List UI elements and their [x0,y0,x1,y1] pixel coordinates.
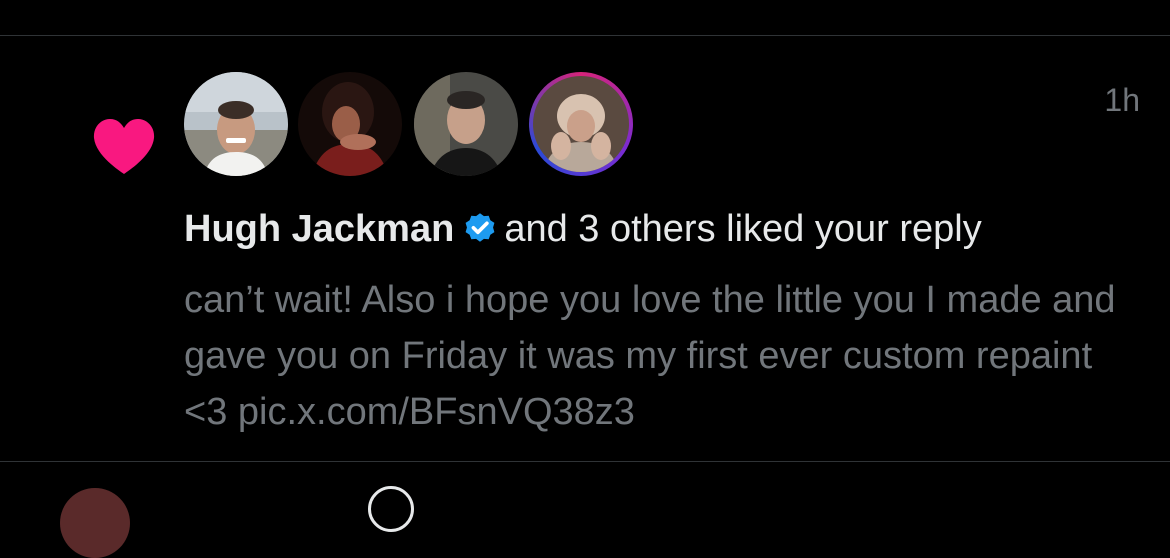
actor-name[interactable]: Hugh Jackman [184,208,454,250]
next-notification-icon [368,486,414,532]
avatar-hugh-jackman[interactable] [184,72,288,176]
verified-badge-icon [465,213,495,242]
action-text: and 3 others liked your reply [504,208,982,250]
avatar-user-2[interactable] [298,72,402,176]
timestamp: 1h [1104,82,1140,118]
like-notification[interactable]: 1h Hugh Jackman and 3 others liked your … [0,36,1170,461]
next-notification-avatar[interactable] [60,488,130,558]
notification-headline: Hugh Jackman and 3 others liked your rep… [184,206,982,252]
avatar-user-3[interactable] [414,72,518,176]
reply-text: can’t wait! Also i hope you love the lit… [184,279,1116,433]
heart-icon [92,118,156,176]
divider-bottom [0,461,1170,462]
avatar-user-4[interactable] [529,72,633,176]
